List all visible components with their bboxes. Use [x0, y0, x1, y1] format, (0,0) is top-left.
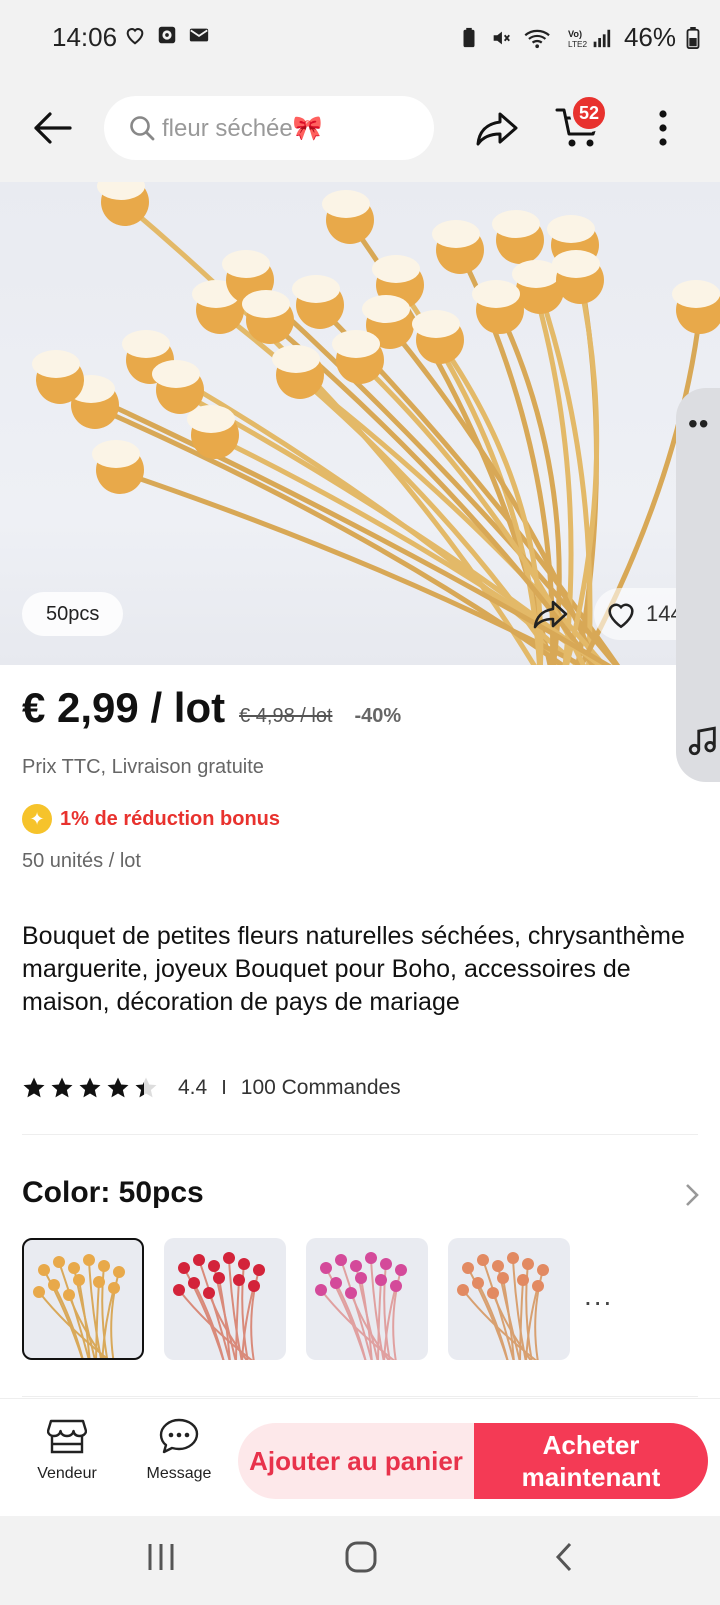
chevron-right-icon[interactable] [682, 1180, 702, 1210]
bonus-discount[interactable]: ✦ 1% de réduction bonus [22, 804, 280, 834]
svg-text:Vo): Vo) [568, 29, 582, 39]
variant-chip: 50pcs [22, 592, 124, 636]
flower-head [292, 275, 344, 329]
status-time: 14:06 [52, 22, 118, 52]
flower-head [92, 440, 144, 494]
signal-icon: Vo)LTE2 [568, 29, 611, 49]
star-icon [107, 1077, 129, 1098]
battery-saver-icon [463, 27, 475, 47]
rating-separator: I [221, 1076, 227, 1099]
mute-icon [493, 31, 510, 44]
svg-text:LTE2: LTE2 [568, 40, 588, 49]
color-option-thumbnail[interactable] [164, 1238, 286, 1360]
flower-head [432, 220, 484, 274]
star-icon [79, 1077, 101, 1098]
system-navigation-bar [0, 1516, 720, 1605]
flower-head [672, 280, 720, 334]
product-title: Bouquet de petites fleurs naturelles séc… [22, 922, 685, 1016]
rating-row[interactable]: 4.4 I 100 Commandes [22, 1076, 401, 1100]
rating-value: 4.4 [178, 1076, 208, 1099]
back-arrow-icon[interactable] [30, 106, 74, 150]
discount-badge: -40% [354, 705, 402, 727]
status-system-icons: Vo) LTE2 46% [458, 22, 700, 53]
floating-side-panel[interactable]: •• [676, 388, 720, 782]
tax-shipping-info: Prix TTC, Livraison gratuite [22, 756, 264, 778]
home-icon[interactable] [344, 1540, 378, 1574]
chat-bubble-icon [159, 1418, 199, 1454]
flower-stem [123, 202, 537, 665]
flower-head [332, 330, 384, 384]
price-row: € 2,99 / lot € 4,98 / lot -40% [22, 684, 401, 732]
units-per-lot: 50 unités / lot [22, 850, 141, 872]
message-button[interactable]: Message [134, 1417, 224, 1483]
more-options-icon[interactable] [648, 106, 678, 150]
flower-head [32, 350, 84, 404]
product-image[interactable]: 50pcs 144 [0, 182, 720, 665]
flower-head [492, 210, 544, 264]
color-option-thumbnail[interactable] [306, 1238, 428, 1360]
more-colors[interactable]: ... [584, 1280, 613, 1312]
star-rating [22, 1076, 158, 1100]
heart-notification-icon [126, 28, 144, 45]
cart-count-badge: 52 [570, 94, 608, 132]
recent-apps-icon[interactable] [146, 1540, 176, 1574]
battery-percent: 46% [623, 22, 676, 52]
bonus-star-icon: ✦ [22, 804, 52, 834]
star-icon [51, 1077, 73, 1098]
alarm-notification-icon [158, 26, 176, 44]
divider [22, 1396, 698, 1397]
buy-now-button[interactable]: Acheter maintenant [474, 1423, 708, 1499]
current-price: € 2,99 / lot [22, 684, 226, 731]
search-placeholder: fleur séchée🎀 [162, 114, 323, 142]
share-icon[interactable] [472, 104, 522, 154]
divider [22, 1134, 698, 1135]
bottom-action-bar: Vendeur Message Ajouter au panier Achete… [0, 1398, 720, 1516]
flower-head [322, 190, 374, 244]
bonus-text: 1% de réduction bonus [60, 807, 281, 830]
top-navigation: fleur séchée🎀 52 [0, 76, 720, 182]
color-selector-label[interactable]: Color: 50pcs [22, 1176, 204, 1210]
vendor-button[interactable]: Vendeur [22, 1417, 112, 1483]
search-icon [130, 116, 155, 141]
color-options [22, 1238, 570, 1360]
wifi-icon [524, 29, 550, 48]
star-icon [23, 1077, 45, 1098]
flower-head [97, 182, 149, 226]
mail-notification-icon [189, 28, 209, 42]
heart-icon [608, 603, 634, 629]
search-input[interactable]: fleur séchée🎀 [104, 96, 434, 160]
system-back-icon[interactable] [552, 1540, 576, 1574]
status-notification-icons [124, 24, 210, 46]
add-to-cart-button[interactable]: Ajouter au panier [238, 1423, 474, 1499]
flower-head [272, 345, 324, 399]
status-bar: 14:06 Vo) LTE2 46% [0, 0, 720, 76]
image-share-icon[interactable] [528, 592, 572, 636]
flower-head [412, 310, 464, 364]
music-note-icon[interactable] [686, 724, 720, 758]
original-price: € 4,98 / lot [239, 705, 333, 727]
store-icon [47, 1419, 87, 1454]
orders-count: 100 Commandes [240, 1076, 401, 1099]
floating-more-icon[interactable]: •• [688, 408, 710, 440]
color-option-thumbnail[interactable] [448, 1238, 570, 1360]
vendor-label: Vendeur [37, 1465, 97, 1482]
star-icon [135, 1077, 157, 1098]
flower-head [152, 360, 204, 414]
color-option-thumbnail[interactable] [22, 1238, 144, 1360]
battery-icon [686, 26, 700, 49]
message-label: Message [146, 1465, 212, 1482]
flower-head [472, 280, 524, 334]
